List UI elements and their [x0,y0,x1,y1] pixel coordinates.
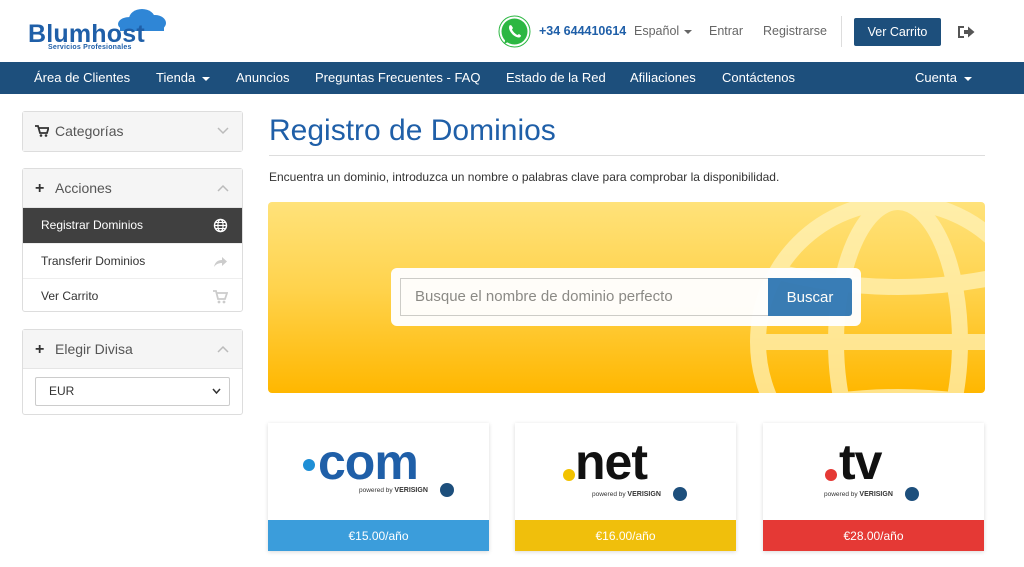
nav-network-status[interactable]: Estado de la Red [506,62,606,94]
tld-tv-price: €28.00/año [763,520,984,551]
currency-panel: + Elegir Divisa EUR [22,329,243,415]
language-label: Español [634,24,680,38]
nav-account[interactable]: Cuenta [915,62,972,94]
currency-select[interactable]: EUR [35,377,230,406]
tld-com-name: com [318,434,419,490]
title-divider [269,155,985,156]
categories-header[interactable]: Categorías [23,112,242,151]
plus-icon: + [35,341,45,358]
domain-search-input[interactable]: Busque el nombre de dominio perfecto [400,278,768,316]
actions-panel: + Acciones Registrar Dominios Transferir … [22,168,243,312]
currency-header[interactable]: + Elegir Divisa [23,330,242,369]
tld-net-price: €16.00/año [515,520,736,551]
nav-client-area[interactable]: Área de Clientes [34,62,130,94]
tld-card-tv[interactable]: tv powered by VERISIGN €28.00/año [763,423,984,551]
site-logo[interactable]: Blumhost Servicios Profesionales [28,8,170,51]
powered-by-label: powered by [824,491,858,498]
nav-account-label: Cuenta [915,70,957,85]
chevron-down-icon [212,388,221,394]
tld-net-name: net [575,434,648,490]
caret-down-icon [963,76,972,81]
powered-by-verisign: powered by VERISIGN [824,491,893,498]
verisign-check-icon [673,487,687,501]
logout-icon[interactable] [956,23,976,41]
actions-header[interactable]: + Acciones [23,169,242,208]
shopping-cart-icon [213,290,228,304]
currency-title: Elegir Divisa [55,341,133,357]
nav-faq[interactable]: Preguntas Frecuentes - FAQ [315,62,480,94]
search-container: Busque el nombre de dominio perfecto Bus… [391,268,861,326]
verisign-label: VERISIGN [627,491,661,498]
categories-panel: Categorías [22,111,243,152]
chevron-up-icon [217,345,229,353]
intro-text: Encuentra un dominio, introduzca un nomb… [269,170,780,184]
phone-number[interactable]: +34 644410614 [539,24,626,38]
tld-tv-logo: tv powered by VERISIGN [763,423,984,520]
share-arrow-icon [214,257,227,267]
powered-by-label: powered by [359,487,393,494]
logo-tagline: Servicios Profesionales [48,44,132,51]
plus-icon: + [35,180,45,197]
shopping-cart-icon [35,112,50,151]
chevron-down-icon [217,127,229,135]
register-link[interactable]: Registrarse [763,24,827,38]
menu-view-cart[interactable]: Ver Carrito [23,278,242,313]
nav-store[interactable]: Tienda [156,62,211,94]
menu-view-cart-label: Ver Carrito [41,289,99,303]
tld-card-com[interactable]: com powered by VERISIGN €15.00/año [268,423,489,551]
verisign-check-icon [905,487,919,501]
actions-title: Acciones [55,180,112,196]
page-title: Registro de Dominios [269,114,556,147]
language-selector[interactable]: Español [634,24,693,38]
nav-contact[interactable]: Contáctenos [722,62,795,94]
login-link[interactable]: Entrar [709,24,743,38]
categories-title: Categorías [55,123,124,139]
menu-transfer-domains-label: Transferir Dominios [41,254,146,268]
main-navbar: Área de Clientes Tienda Anuncios Pregunt… [0,62,1024,94]
tld-dot [563,469,575,481]
verisign-label: VERISIGN [859,491,893,498]
nav-affiliates[interactable]: Afiliaciones [630,62,696,94]
tld-dot [825,469,837,481]
powered-by-verisign: powered by VERISIGN [359,487,428,494]
header-divider [841,16,842,47]
search-button[interactable]: Buscar [768,278,852,316]
caret-down-icon [202,76,211,81]
whatsapp-icon[interactable] [498,15,531,48]
tld-tv-name: tv [839,434,882,490]
menu-transfer-domains[interactable]: Transferir Dominios [23,243,242,278]
currency-value: EUR [49,384,75,398]
menu-register-domains[interactable]: Registrar Dominios [23,208,242,243]
tld-card-net[interactable]: net powered by VERISIGN €16.00/año [515,423,736,551]
verisign-check-icon [440,483,454,497]
nav-announcements[interactable]: Anuncios [236,62,289,94]
view-cart-button[interactable]: Ver Carrito [854,18,941,46]
tld-com-logo: com powered by VERISIGN [268,423,489,520]
chevron-up-icon [217,184,229,192]
verisign-label: VERISIGN [394,487,428,494]
top-header: Blumhost Servicios Profesionales +34 644… [0,0,1024,62]
menu-register-domains-label: Registrar Dominios [41,218,144,232]
tld-net-logo: net powered by VERISIGN [515,423,736,520]
globe-icon [213,218,228,233]
domain-search-hero: Busque el nombre de dominio perfecto Bus… [268,202,985,393]
caret-down-icon [684,29,693,34]
tld-com-price: €15.00/año [268,520,489,551]
tld-dot [303,459,315,471]
powered-by-label: powered by [592,491,626,498]
powered-by-verisign: powered by VERISIGN [592,491,661,498]
nav-store-label: Tienda [156,70,196,85]
